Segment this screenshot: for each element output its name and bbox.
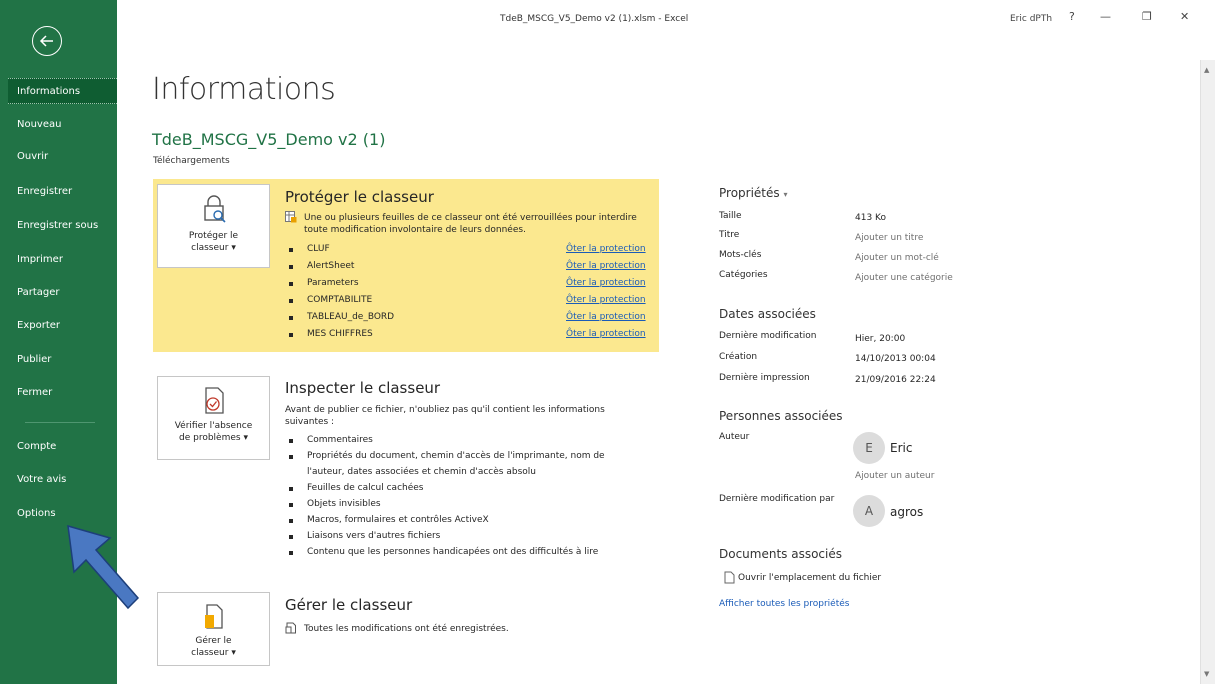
locked-sheet-icon: [285, 211, 297, 223]
nav-enregistrer-sous[interactable]: Enregistrer sous: [8, 213, 117, 239]
nav-ouvrir[interactable]: Ouvrir: [8, 144, 117, 170]
protect-title: Protéger le classeur: [285, 188, 434, 206]
unprotect-link[interactable]: Ôter la protection: [566, 326, 646, 343]
inspect-description: Avant de publier ce fichier, n'oubliez p…: [285, 405, 605, 427]
minimize-button[interactable]: —: [1100, 10, 1111, 23]
chevron-down-icon: ▾: [243, 433, 248, 443]
file-name: TdeB_MSCG_V5_Demo v2 (1): [152, 130, 386, 149]
nav-imprimer[interactable]: Imprimer: [8, 247, 117, 273]
saved-document-icon: [285, 622, 296, 634]
chevron-down-icon: ▾: [783, 190, 788, 199]
page-title: Informations: [152, 72, 336, 107]
window-title: TdeB_MSCG_V5_Demo v2 (1).xlsm - Excel: [500, 14, 689, 24]
lock-search-icon: [203, 195, 226, 223]
prop-label: Mots-clés: [719, 250, 762, 260]
file-location: Téléchargements: [153, 156, 230, 166]
protect-description: Une ou plusieurs feuilles de ce classeur…: [304, 213, 637, 235]
categories-field[interactable]: Ajouter une catégorie: [855, 273, 953, 283]
protect-workbook-button[interactable]: Protéger le classeur ▾: [157, 184, 270, 268]
close-button[interactable]: ✕: [1180, 10, 1189, 23]
properties-heading[interactable]: Propriétés ▾: [719, 186, 788, 200]
unprotect-link[interactable]: Ôter la protection: [566, 292, 646, 309]
prop-label: Taille: [719, 211, 742, 221]
chevron-down-icon: ▾: [231, 648, 236, 658]
unprotect-link[interactable]: Ôter la protection: [566, 309, 646, 326]
nav-nouveau[interactable]: Nouveau: [8, 112, 117, 138]
title-field[interactable]: Ajouter un titre: [855, 233, 923, 243]
modified-by-label: Dernière modification par: [719, 494, 835, 504]
unprotect-link[interactable]: Ôter la protection: [566, 258, 646, 275]
inspect-document-icon: [204, 387, 224, 414]
scroll-down-icon[interactable]: ▼: [1204, 670, 1209, 678]
show-all-properties-link[interactable]: Afficher toutes les propriétés: [719, 599, 849, 609]
vertical-scrollbar[interactable]: ▲ ▼: [1200, 60, 1215, 684]
unprotect-link[interactable]: Ôter la protection: [566, 275, 646, 292]
nav-publier[interactable]: Publier: [8, 347, 117, 373]
people-heading: Personnes associées: [719, 409, 843, 423]
avatar: A: [853, 495, 885, 527]
unprotect-link[interactable]: Ôter la protection: [566, 241, 646, 258]
manage-title: Gérer le classeur: [285, 596, 413, 614]
protect-button-label-2: classeur: [191, 243, 229, 253]
arrow-left-icon: [39, 35, 53, 47]
prop-value-size: 413 Ko: [855, 213, 886, 223]
author-label: Auteur: [719, 432, 750, 442]
date-value: 14/10/2013 00:04: [855, 354, 936, 364]
manage-description: Toutes les modifications ont été enregis…: [304, 624, 509, 634]
manage-workbook-icon: [204, 604, 223, 629]
protect-button-label-1: Protéger le: [188, 231, 239, 241]
nav-partager[interactable]: Partager: [8, 280, 117, 306]
nav-fermer[interactable]: Fermer: [8, 380, 117, 406]
date-value: 21/09/2016 22:24: [855, 375, 936, 385]
nav-divider: [25, 422, 95, 423]
date-label: Dernière modification: [719, 331, 817, 341]
chevron-down-icon: ▾: [231, 243, 236, 253]
scroll-up-icon[interactable]: ▲: [1204, 66, 1209, 74]
annotation-arrow-icon: [67, 524, 140, 610]
documents-heading: Documents associés: [719, 547, 842, 561]
author-name[interactable]: Eric: [890, 441, 912, 455]
back-button[interactable]: [32, 26, 62, 56]
check-button-label-1: Vérifier l'absence: [174, 421, 253, 431]
help-button[interactable]: ?: [1069, 10, 1075, 23]
check-button-label-2: de problèmes: [179, 433, 241, 443]
avatar: E: [853, 432, 885, 464]
nav-compte[interactable]: Compte: [8, 434, 117, 460]
manage-button-label-2: classeur: [191, 648, 229, 658]
manage-workbook-button[interactable]: Gérer le classeur ▾: [157, 592, 270, 666]
date-label: Dernière impression: [719, 373, 810, 383]
nav-exporter[interactable]: Exporter: [8, 313, 117, 339]
add-author-field[interactable]: Ajouter un auteur: [855, 471, 934, 481]
keywords-field[interactable]: Ajouter un mot-clé: [855, 253, 939, 263]
prop-label: Titre: [719, 230, 740, 240]
document-icon: [724, 571, 735, 584]
signed-in-user[interactable]: Eric dPTh: [1010, 14, 1052, 24]
date-label: Création: [719, 352, 758, 362]
inspect-title: Inspecter le classeur: [285, 379, 441, 397]
check-issues-button[interactable]: Vérifier l'absence de problèmes ▾: [157, 376, 270, 460]
prop-label: Catégories: [719, 270, 768, 280]
nav-votre-avis[interactable]: Votre avis: [8, 467, 117, 493]
open-location-link[interactable]: Ouvrir l'emplacement du fichier: [738, 573, 881, 583]
manage-button-label-1: Gérer le: [195, 636, 232, 646]
nav-enregistrer[interactable]: Enregistrer: [8, 179, 117, 205]
date-value: Hier, 20:00: [855, 334, 906, 344]
modified-by-name[interactable]: agros: [890, 505, 923, 519]
dates-heading: Dates associées: [719, 307, 816, 321]
nav-informations[interactable]: Informations: [8, 78, 117, 104]
restore-button[interactable]: ❐: [1142, 10, 1152, 23]
